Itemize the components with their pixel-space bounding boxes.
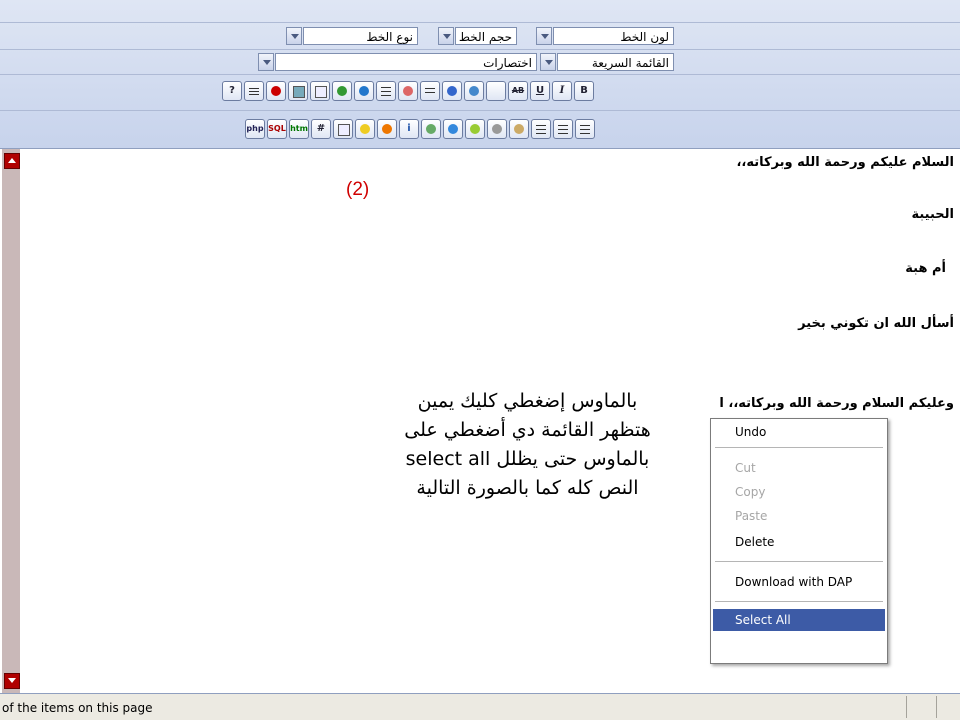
editor-line: أم هبة — [905, 261, 946, 276]
step-number: (2) — [346, 179, 370, 200]
instruction-line: هتظهر القائمة دي أضغطي على — [404, 419, 651, 441]
menu-separator — [715, 447, 883, 448]
menu-item-select-all[interactable]: Select All — [713, 609, 885, 631]
scroll-up-icon[interactable] — [4, 153, 20, 169]
font-color-dropdown-arrow[interactable] — [536, 27, 552, 45]
code-icon-row: php SQL htm # i — [0, 110, 960, 149]
image-icon[interactable] — [288, 81, 308, 101]
vertical-scrollbar[interactable] — [2, 149, 20, 693]
context-menu: Undo Cut Copy Paste Delete Download with… — [710, 418, 888, 664]
scroll-down-icon[interactable] — [4, 673, 20, 689]
menu-item-cut: Cut — [735, 461, 756, 475]
toolbar-top-strip — [0, 0, 960, 22]
italic-icon[interactable]: I — [552, 81, 572, 101]
editor-toolbar: لون الخط حجم الخط نوع الخط القائمة السري… — [0, 0, 960, 149]
strikethrough-icon[interactable]: AB — [508, 81, 528, 101]
move-icon[interactable] — [443, 119, 463, 139]
quick-row: القائمة السريعة اختصارات — [0, 49, 960, 75]
font-type-dropdown-arrow[interactable] — [286, 27, 302, 45]
status-bar: of the items on this page — [0, 694, 960, 720]
menu-item-download-with-dap[interactable]: Download with DAP — [713, 571, 885, 593]
info-icon[interactable]: i — [399, 119, 419, 139]
code-icons: php SQL htm # i — [245, 119, 595, 139]
photo-icon[interactable] — [332, 81, 352, 101]
hash-icon[interactable]: # — [311, 119, 331, 139]
dollar-icon[interactable] — [487, 119, 507, 139]
font-size-dropdown-arrow[interactable] — [438, 27, 454, 45]
instruction-line: بالماوس حتى يظلل select all — [405, 448, 650, 470]
php-icon[interactable]: php — [245, 119, 265, 139]
help-icon[interactable]: ? — [222, 81, 242, 101]
instruction-line: النص كله كما بالصورة التالية — [416, 477, 639, 499]
format-icon-row: ? AB U I B — [0, 74, 960, 111]
sql-icon[interactable]: SQL — [267, 119, 287, 139]
align-center-icon[interactable] — [553, 119, 573, 139]
list-icon[interactable] — [376, 81, 396, 101]
chevron-icon[interactable] — [486, 81, 506, 101]
menu-item-undo[interactable]: Undo — [713, 421, 885, 443]
email-icon[interactable] — [310, 81, 330, 101]
shortcuts-select[interactable]: اختصارات — [275, 53, 537, 71]
editor-line: وعليكم السلام ورحمة الله وبركاته،، l — [719, 396, 954, 411]
table-icon[interactable] — [333, 119, 353, 139]
status-text: of the items on this page — [2, 701, 153, 715]
document-icon[interactable] — [244, 81, 264, 101]
menu-separator — [715, 601, 883, 602]
diamond-icon[interactable] — [442, 81, 462, 101]
htm-icon[interactable]: htm — [289, 119, 309, 139]
instruction-annotation: بالماوس إضغطي كليك يمين هتظهر القائمة دي… — [350, 387, 705, 503]
play-icon[interactable] — [377, 119, 397, 139]
status-divider — [906, 696, 907, 718]
up-arrow-icon[interactable] — [464, 81, 484, 101]
flash-icon[interactable] — [266, 81, 286, 101]
underline-icon[interactable]: U — [530, 81, 550, 101]
smile-icon[interactable] — [355, 119, 375, 139]
arrows-icon[interactable] — [398, 81, 418, 101]
font-color-select[interactable]: لون الخط — [553, 27, 674, 45]
format-icons: ? AB U I B — [222, 81, 594, 101]
editor-line: الحبيبة — [911, 207, 954, 222]
editor-line: أسأل الله ان تكوني بخير — [798, 316, 954, 331]
quick-list-dropdown-arrow[interactable] — [540, 53, 556, 71]
align-right-icon[interactable] — [575, 119, 595, 139]
menu-separator — [715, 561, 883, 562]
font-row: لون الخط حجم الخط نوع الخط — [0, 22, 960, 50]
status-divider — [936, 696, 937, 718]
menu-item-delete[interactable]: Delete — [713, 531, 885, 553]
font-size-select[interactable]: حجم الخط — [455, 27, 517, 45]
menu-item-copy: Copy — [735, 485, 766, 499]
globe-icon[interactable] — [354, 81, 374, 101]
menu-item-paste: Paste — [735, 509, 768, 523]
bold-icon[interactable]: B — [574, 81, 594, 101]
font-type-select[interactable]: نوع الخط — [303, 27, 418, 45]
quick-list-select[interactable]: القائمة السريعة — [557, 53, 674, 71]
editor-line: السلام عليكم ورحمة الله وبركاته،، — [736, 155, 954, 170]
bulb-icon[interactable] — [465, 119, 485, 139]
shortcuts-dropdown-arrow[interactable] — [258, 53, 274, 71]
align-justify-icon[interactable] — [420, 81, 440, 101]
instruction-line: بالماوس إضغطي كليك يمين — [417, 390, 638, 412]
dollar-alt-icon[interactable] — [509, 119, 529, 139]
align-left-icon[interactable] — [531, 119, 551, 139]
brush-icon[interactable] — [421, 119, 441, 139]
